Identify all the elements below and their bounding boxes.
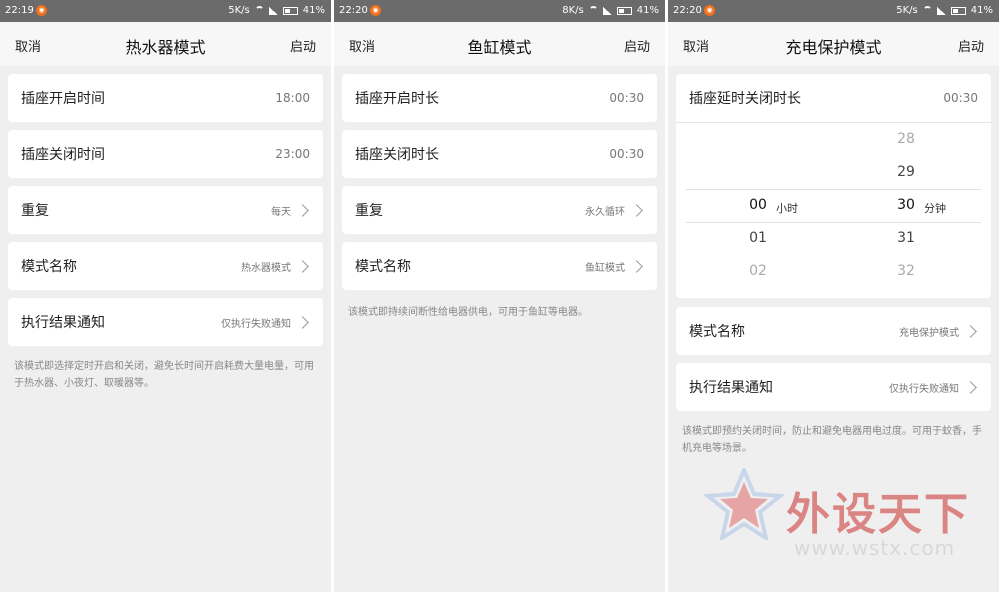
watermark-text: 外设天下 — [786, 489, 970, 540]
hour-option[interactable]: 02 — [749, 263, 767, 279]
network-speed: 5K/s — [896, 5, 918, 16]
hour-option[interactable]: 00 — [749, 197, 767, 213]
row-label: 插座关闭时长 — [355, 147, 439, 163]
signal-icon — [268, 6, 278, 15]
chevron-right-icon — [296, 259, 309, 273]
setting-row-repeat[interactable]: 重复 每天 — [8, 186, 323, 234]
page-title: 充电保护模式 — [785, 38, 882, 57]
battery-percent: 41% — [636, 5, 659, 16]
row-label: 插座关闭时间 — [21, 147, 105, 163]
row-value: 每天 — [271, 206, 291, 218]
screen-charge-protect-mode: 22:20 ◉ 5K/s 41% 取消 充电保护模式 启动 插座延时关闭时长 00… — [668, 0, 999, 592]
wifi-icon — [254, 6, 264, 15]
delay-off-card: 插座延时关闭时长 00:30 00 小时 01 02 28 29 30 分钟 31… — [676, 74, 991, 298]
network-speed: 5K/s — [228, 5, 250, 16]
watermark-url: www.wstx.com — [794, 536, 956, 560]
start-button[interactable]: 启动 — [958, 36, 984, 55]
notification-icon: ◉ — [370, 5, 381, 16]
setting-row-mode-name[interactable]: 模式名称 热水器模式 — [8, 242, 323, 290]
row-value: 永久循环 — [585, 206, 625, 218]
setting-row-off-duration[interactable]: 插座关闭时长 00:30 — [342, 130, 657, 178]
chevron-right-icon — [296, 315, 309, 329]
setting-row-result-notice[interactable]: 执行结果通知 仅执行失败通知 — [676, 363, 991, 411]
signal-icon — [602, 6, 612, 15]
status-bar: 22:19 ◉ 5K/s 41% — [0, 0, 331, 22]
status-bar: 22:20 ◉ 8K/s 41% — [334, 0, 665, 22]
mode-description: 该模式即选择定时开启和关闭，避免长时间开启耗费大量电量，可用于热水器、小夜灯、取… — [14, 361, 314, 389]
mode-description: 该模式即持续间断性给电器供电，可用于鱼缸等电器。 — [348, 307, 588, 318]
minute-option[interactable]: 30 — [897, 197, 915, 213]
page-title: 鱼缸模式 — [467, 38, 532, 57]
nav-bar: 取消 鱼缸模式 启动 — [334, 22, 665, 66]
page-title: 热水器模式 — [125, 38, 206, 57]
nav-bar: 取消 充电保护模式 启动 — [668, 22, 999, 66]
battery-icon — [950, 6, 966, 15]
setting-row-mode-name[interactable]: 模式名称 鱼缸模式 — [342, 242, 657, 290]
time-picker[interactable]: 00 小时 01 02 28 29 30 分钟 31 32 — [676, 122, 991, 298]
row-label: 插座延时关闭时长 — [689, 91, 801, 107]
row-label: 执行结果通知 — [689, 380, 773, 396]
row-value: 鱼缸模式 — [585, 262, 625, 274]
row-label: 执行结果通知 — [21, 315, 105, 331]
row-label: 模式名称 — [21, 259, 77, 275]
nav-bar: 取消 热水器模式 启动 — [0, 22, 331, 66]
row-value: 热水器模式 — [241, 262, 291, 274]
screen-water-heater-mode: 22:19 ◉ 5K/s 41% 取消 热水器模式 启动 插座开启时间 18:00… — [0, 0, 331, 592]
status-time: 22:20 — [673, 5, 702, 16]
status-time: 22:19 — [5, 5, 34, 16]
row-value: 充电保护模式 — [899, 327, 959, 339]
start-button[interactable]: 启动 — [624, 36, 650, 55]
row-value: 仅执行失败通知 — [221, 318, 291, 330]
minute-unit: 分钟 — [924, 202, 946, 215]
battery-icon — [282, 6, 298, 15]
status-time: 22:20 — [339, 5, 368, 16]
minute-option[interactable]: 31 — [897, 230, 915, 246]
wifi-icon — [588, 6, 598, 15]
row-value: 00:30 — [609, 91, 644, 105]
minute-option[interactable]: 32 — [897, 263, 915, 279]
setting-row-on-duration[interactable]: 插座开启时长 00:30 — [342, 74, 657, 122]
setting-row-repeat[interactable]: 重复 永久循环 — [342, 186, 657, 234]
battery-percent: 41% — [970, 5, 993, 16]
row-label: 插座开启时长 — [355, 91, 439, 107]
chevron-right-icon — [630, 203, 643, 217]
screen-fish-tank-mode: 22:20 ◉ 8K/s 41% 取消 鱼缸模式 启动 插座开启时长 00:30 … — [334, 0, 665, 592]
chevron-right-icon — [630, 259, 643, 273]
minute-option[interactable]: 28 — [897, 131, 915, 147]
row-label: 插座开启时间 — [21, 91, 105, 107]
row-label: 重复 — [21, 203, 49, 219]
setting-row-off-time[interactable]: 插座关闭时间 23:00 — [8, 130, 323, 178]
signal-icon — [936, 6, 946, 15]
chevron-right-icon — [964, 324, 977, 338]
row-label: 重复 — [355, 203, 383, 219]
setting-row-delay-off[interactable]: 插座延时关闭时长 00:30 — [676, 74, 991, 122]
row-label: 模式名称 — [689, 324, 745, 340]
row-value: 18:00 — [275, 91, 310, 105]
hour-option[interactable]: 01 — [749, 230, 767, 246]
setting-row-mode-name[interactable]: 模式名称 充电保护模式 — [676, 307, 991, 355]
setting-row-result-notice[interactable]: 执行结果通知 仅执行失败通知 — [8, 298, 323, 346]
row-value: 仅执行失败通知 — [889, 383, 959, 395]
start-button[interactable]: 启动 — [290, 36, 316, 55]
row-value: 23:00 — [275, 147, 310, 161]
row-value: 00:30 — [609, 147, 644, 161]
star-logo-icon — [704, 468, 784, 540]
row-value: 00:30 — [943, 91, 978, 105]
chevron-right-icon — [964, 380, 977, 394]
notification-icon: ◉ — [704, 5, 715, 16]
status-bar: 22:20 ◉ 5K/s 41% — [668, 0, 999, 22]
battery-percent: 41% — [302, 5, 325, 16]
notification-icon: ◉ — [36, 5, 47, 16]
minute-option[interactable]: 29 — [897, 164, 915, 180]
wifi-icon — [922, 6, 932, 15]
network-speed: 8K/s — [562, 5, 584, 16]
battery-icon — [616, 6, 632, 15]
hour-unit: 小时 — [776, 202, 798, 215]
row-label: 模式名称 — [355, 259, 411, 275]
chevron-right-icon — [296, 203, 309, 217]
mode-description: 该模式即预约关闭时间，防止和避免电器用电过度。可用于蚊香，手机充电等场景。 — [682, 426, 982, 454]
setting-row-on-time[interactable]: 插座开启时间 18:00 — [8, 74, 323, 122]
